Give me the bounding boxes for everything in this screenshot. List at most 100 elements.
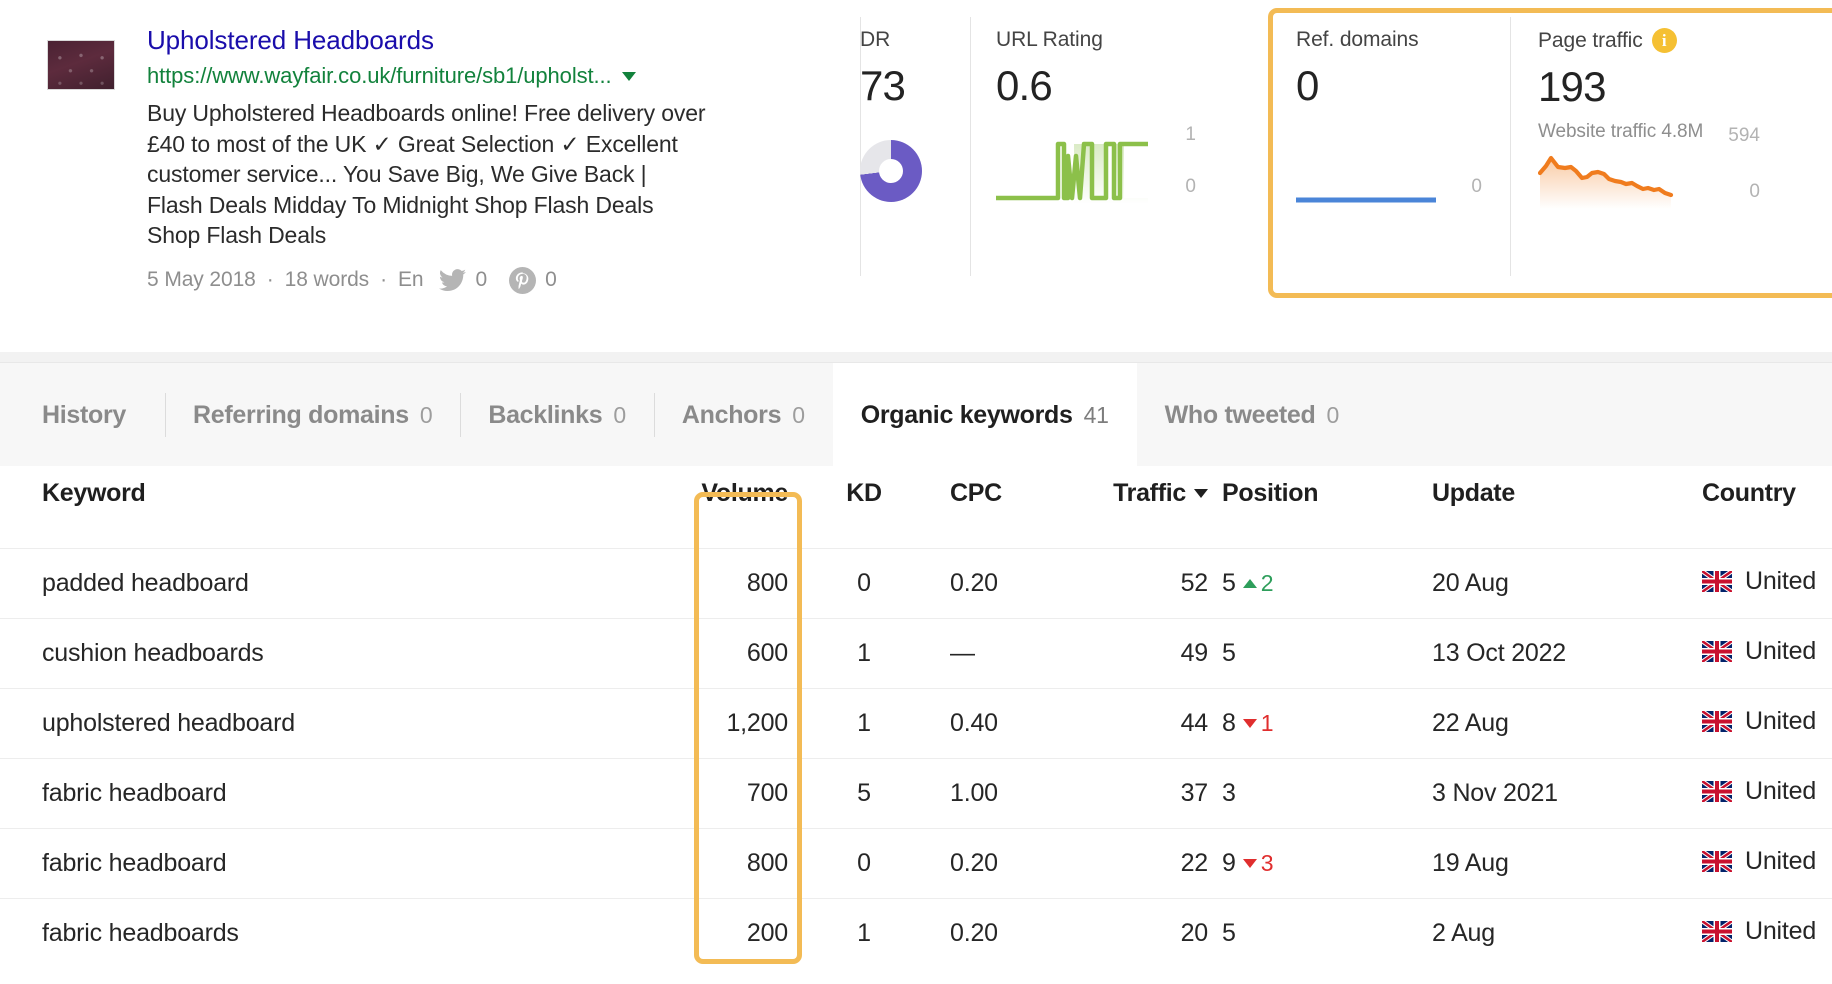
- cell-kd: 1: [810, 688, 918, 758]
- cell-country: United: [1678, 828, 1832, 898]
- cell-traffic: 44: [1048, 688, 1208, 758]
- keyword-link[interactable]: fabric headboard: [42, 849, 226, 877]
- position-value: 8: [1222, 709, 1236, 738]
- tab-backlinks-count: 0: [613, 402, 626, 429]
- pinterest-count: 0: [545, 268, 557, 292]
- page-thumbnail-image: [47, 40, 115, 90]
- metric-dr: DR 73: [860, 0, 970, 352]
- metric-url-rating-label: URL Rating: [996, 28, 1270, 52]
- position-delta: 2: [1243, 570, 1274, 597]
- metric-ref-domains-value: 0: [1296, 62, 1510, 110]
- cell-keyword[interactable]: fabric headboard: [0, 828, 680, 898]
- position-value: 5: [1222, 639, 1236, 668]
- table-row[interactable]: cushion headboards6001—49513 Oct 2022Uni…: [0, 618, 1832, 688]
- cell-update: 20 Aug: [1408, 548, 1678, 618]
- col-header-update[interactable]: Update: [1408, 466, 1678, 548]
- metric-divider: [1510, 17, 1511, 276]
- table-header: Keyword Volume KD CPC Traffic Position U…: [0, 466, 1832, 548]
- cell-update: 2 Aug: [1408, 898, 1678, 968]
- tab-organic-keywords[interactable]: Organic keywords41: [833, 363, 1137, 467]
- cell-keyword[interactable]: upholstered headboard: [0, 688, 680, 758]
- metric-divider: [1270, 17, 1271, 276]
- cell-cpc: 0.20: [918, 548, 1048, 618]
- col-header-traffic[interactable]: Traffic: [1048, 466, 1208, 548]
- col-header-country[interactable]: Country: [1678, 466, 1832, 548]
- keyword-link[interactable]: padded headboard: [42, 569, 249, 597]
- page-overview-card: Upholstered Headboards https://www.wayfa…: [0, 0, 1832, 352]
- col-header-position[interactable]: Position: [1208, 466, 1408, 548]
- page-url-row: https://www.wayfair.co.uk/furniture/sb1/…: [147, 63, 847, 89]
- cell-country: United: [1678, 618, 1832, 688]
- position-value: 5: [1222, 569, 1236, 598]
- cell-cpc: 0.20: [918, 828, 1048, 898]
- page-meta-row: 5 May 2018 · 18 words · En 0 0: [147, 267, 847, 294]
- cell-country: United: [1678, 758, 1832, 828]
- cell-keyword[interactable]: fabric headboards: [0, 898, 680, 968]
- country-name: United: [1745, 917, 1816, 946]
- table-row[interactable]: fabric headboard80000.20229319 AugUnited: [0, 828, 1832, 898]
- metric-ref-domains-label: Ref. domains: [1296, 28, 1510, 52]
- tab-bar: History Referring domains0 Backlinks0 An…: [0, 362, 1832, 466]
- info-icon[interactable]: i: [1652, 28, 1677, 53]
- ahrefs-page-explorer: Upholstered Headboards https://www.wayfa…: [0, 0, 1832, 984]
- keyword-link[interactable]: upholstered headboard: [42, 709, 295, 737]
- keyword-link[interactable]: fabric headboards: [42, 919, 239, 947]
- position-value: 5: [1222, 919, 1236, 948]
- cell-keyword[interactable]: padded headboard: [0, 548, 680, 618]
- keyword-link[interactable]: cushion headboards: [42, 639, 264, 667]
- table-row[interactable]: fabric headboards20010.202052 AugUnited: [0, 898, 1832, 968]
- meta-separator-1: ·: [267, 268, 274, 292]
- country-name: United: [1745, 637, 1816, 666]
- cell-country: United: [1678, 898, 1832, 968]
- tab-who-tweeted[interactable]: Who tweeted0: [1137, 363, 1367, 467]
- metric-page-traffic: Page traffic i 193 Website traffic 4.8M: [1510, 0, 1790, 352]
- pt-axis-top: 594: [1728, 125, 1760, 147]
- ur-axis-bottom: 0: [1185, 176, 1196, 198]
- cell-position: 93: [1208, 828, 1408, 898]
- cell-traffic: 37: [1048, 758, 1208, 828]
- col-header-keyword[interactable]: Keyword: [0, 466, 680, 548]
- tab-backlinks[interactable]: Backlinks0: [460, 363, 654, 467]
- cell-keyword[interactable]: cushion headboards: [0, 618, 680, 688]
- country-name: United: [1745, 567, 1816, 596]
- cell-volume: 700: [680, 758, 810, 828]
- url-rating-sparkline: 1 0: [996, 132, 1246, 208]
- cell-position: 52: [1208, 548, 1408, 618]
- twitter-icon: [439, 269, 466, 292]
- cell-country: United: [1678, 548, 1832, 618]
- tab-anchors[interactable]: Anchors0: [654, 363, 833, 467]
- metric-dr-label: DR: [860, 28, 970, 52]
- cell-update: 19 Aug: [1408, 828, 1678, 898]
- col-header-kd[interactable]: KD: [810, 466, 918, 548]
- metric-url-rating: URL Rating 0.6 1 0: [970, 0, 1270, 352]
- table-row[interactable]: upholstered headboard1,20010.40448122 Au…: [0, 688, 1832, 758]
- tab-anchors-label: Anchors: [682, 401, 781, 430]
- cell-kd: 1: [810, 898, 918, 968]
- flag-gb-icon: [1702, 851, 1732, 872]
- word-count: 18 words: [285, 268, 369, 292]
- col-header-cpc[interactable]: CPC: [918, 466, 1048, 548]
- sort-desc-icon: [1194, 489, 1208, 498]
- cell-keyword[interactable]: fabric headboard: [0, 758, 680, 828]
- page-title-link[interactable]: Upholstered Headboards: [147, 24, 847, 56]
- cell-cpc: —: [918, 618, 1048, 688]
- page-url-link[interactable]: https://www.wayfair.co.uk/furniture/sb1/…: [147, 63, 612, 89]
- table-row[interactable]: fabric headboard70051.003733 Nov 2021Uni…: [0, 758, 1832, 828]
- cell-traffic: 52: [1048, 548, 1208, 618]
- metric-page-traffic-label-text: Page traffic: [1538, 29, 1643, 53]
- tab-referring-domains-count: 0: [420, 402, 433, 429]
- country-name: United: [1745, 777, 1816, 806]
- keyword-link[interactable]: fabric headboard: [42, 779, 226, 807]
- tab-referring-domains[interactable]: Referring domains0: [165, 363, 460, 467]
- table-row[interactable]: padded headboard80000.20525220 AugUnited: [0, 548, 1832, 618]
- cell-position: 5: [1208, 898, 1408, 968]
- tab-list: History Referring domains0 Backlinks0 An…: [0, 363, 1832, 467]
- col-header-volume[interactable]: Volume: [680, 466, 810, 548]
- position-down-icon: [1243, 719, 1257, 728]
- tab-history[interactable]: History: [0, 363, 165, 467]
- cell-volume: 800: [680, 548, 810, 618]
- metric-page-traffic-value: 193: [1538, 63, 1790, 111]
- country-name: United: [1745, 847, 1816, 876]
- chevron-down-icon[interactable]: [622, 72, 636, 81]
- position-delta-value: 3: [1261, 850, 1274, 877]
